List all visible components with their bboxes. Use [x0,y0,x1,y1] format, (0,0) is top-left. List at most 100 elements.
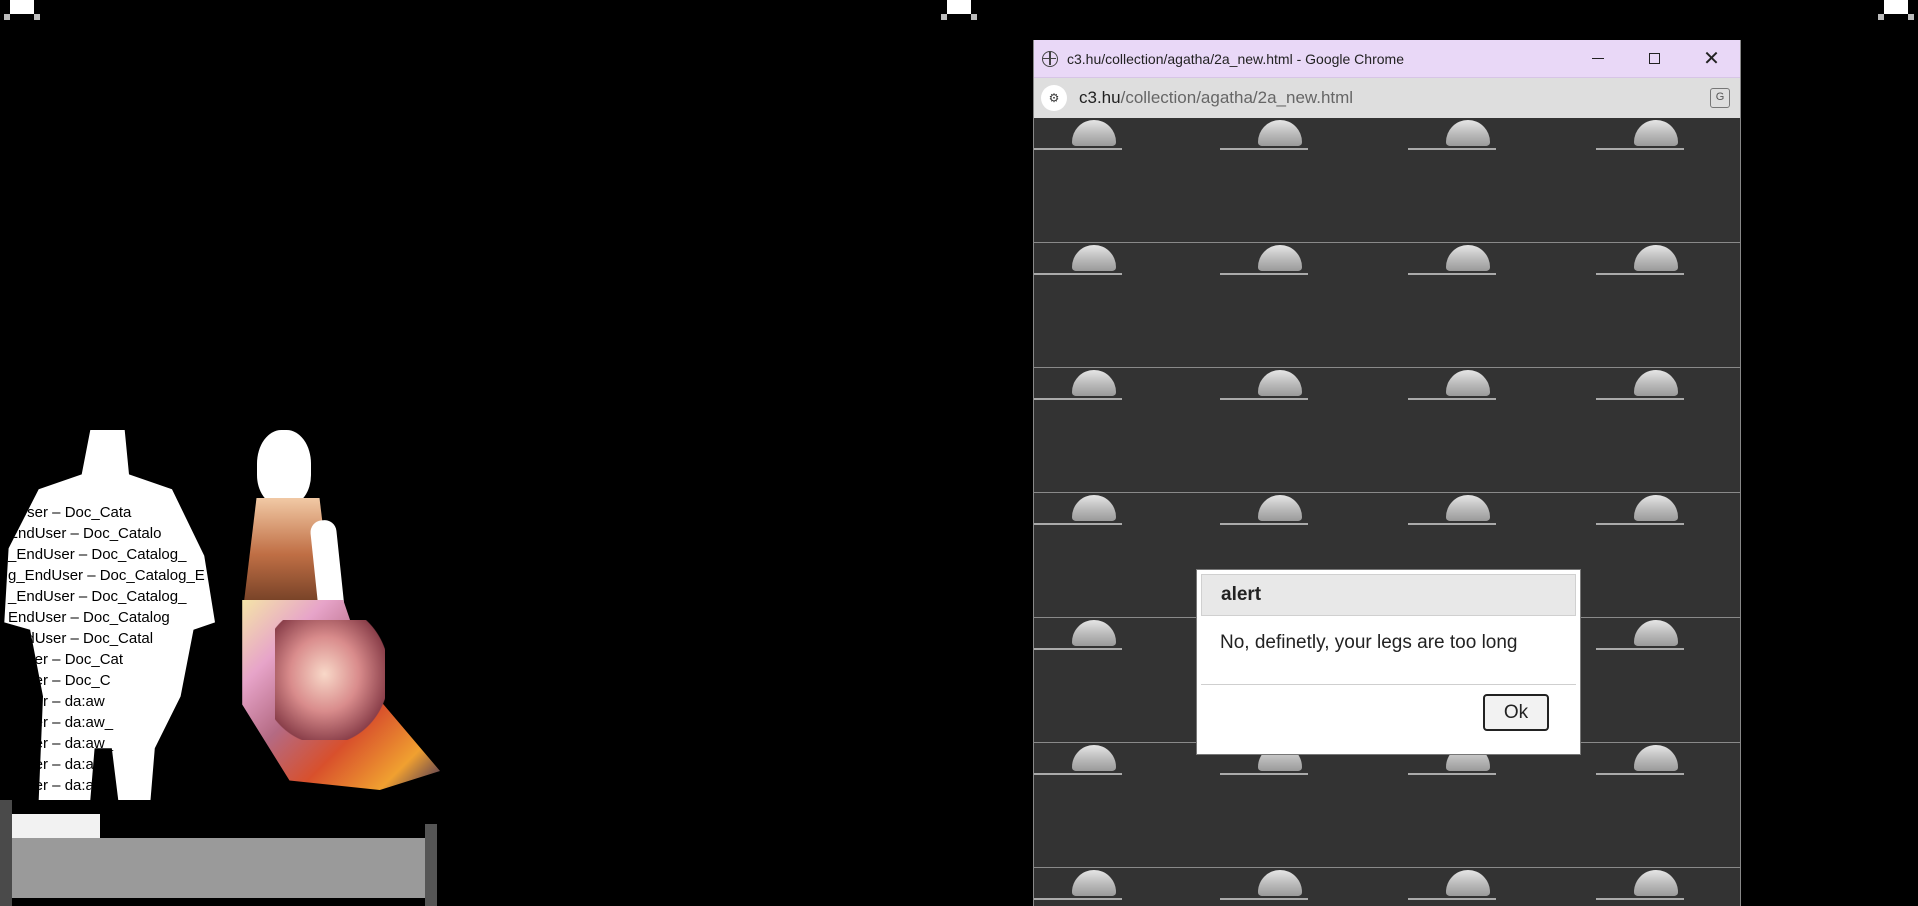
art-text-line: dUser – Doc_C [8,672,111,689]
background-tile [1596,868,1684,906]
tile-dome [1446,370,1490,396]
corner-marker [1878,0,1914,20]
url-host: c3.hu [1079,88,1121,107]
background-tile [1220,493,1308,533]
background-tile [1034,493,1122,533]
background-tile [1596,618,1684,658]
stage-top [100,814,425,838]
art-text-line: EndUser – Doc_Catalog [8,609,170,626]
art-text-line: dUser – da:aw [8,693,105,710]
tile-dome [1258,245,1302,271]
art-text-line: _EndUser – Doc_Catalog_ [8,546,187,563]
tile-dome [1634,370,1678,396]
url-path: /collection/agatha/2a_new.html [1120,88,1354,107]
tile-dome [1634,620,1678,646]
art-text-line: EndUser – Doc_Catal [8,630,154,647]
tile-dome [1072,245,1116,271]
tile-base [1220,148,1308,150]
background-tile [1408,243,1496,283]
tile-base [1220,523,1308,525]
url-field[interactable]: c3.hu/collection/agatha/2a_new.html [1079,88,1710,108]
background-tile [1034,368,1122,408]
tile-base [1034,898,1122,900]
art-text-line: _EndUser – Doc_Catalog_ [8,588,187,605]
window-title: c3.hu/collection/agatha/2a_new.html - Go… [1067,50,1404,67]
address-bar[interactable]: ⚙ c3.hu/collection/agatha/2a_new.html G [1034,78,1740,119]
tile-dome [1634,495,1678,521]
alert-message: No, definetly, your legs are too long [1220,632,1518,653]
page-content: alert No, definetly, your legs are too l… [1034,118,1740,906]
tile-dome [1072,870,1116,896]
background-tile [1408,868,1496,906]
tile-base [1408,773,1496,775]
alert-dialog: alert No, definetly, your legs are too l… [1196,569,1581,755]
tile-base [1408,273,1496,275]
stage-post [0,800,12,906]
close-icon: ✕ [1703,47,1720,70]
tile-dome [1072,495,1116,521]
background-tile [1408,493,1496,533]
background-tile [1408,118,1496,158]
minimize-button[interactable] [1569,40,1626,77]
tile-dome [1634,245,1678,271]
background-tile [1220,118,1308,158]
background-tile [1034,868,1122,906]
background-tile [1596,493,1684,533]
background-tile [1034,243,1122,283]
tile-base [1034,273,1122,275]
tile-base [1408,398,1496,400]
alert-header: alert [1201,574,1576,616]
collage-face [275,620,385,740]
background-tile [1596,243,1684,283]
tile-base [1596,148,1684,150]
minimize-icon [1591,57,1604,60]
art-text-line: dUser – da:aw_ [8,714,114,731]
tile-dome [1446,870,1490,896]
maximize-button[interactable] [1626,40,1683,77]
tile-base [1034,523,1122,525]
background-tile [1034,618,1122,658]
tile-dome [1446,495,1490,521]
background-tile [1220,868,1308,906]
stage-post [425,824,437,906]
art-text-line: dUser – da:aw [8,756,105,773]
ok-button[interactable]: Ok [1483,694,1549,731]
site-settings-icon[interactable]: ⚙ [1041,85,1067,111]
tile-base [1596,523,1684,525]
corner-marker [941,0,977,20]
man-silhouette: dUser – Doc_Cata EndUser – Doc_Catalo _End… [4,430,215,800]
tile-dome [1258,120,1302,146]
tile-base [1034,773,1122,775]
background-tile [1220,368,1308,408]
background-tile [1034,118,1122,158]
background-tile [1408,368,1496,408]
tile-dome [1072,120,1116,146]
tile-base [1408,148,1496,150]
tile-dome [1634,745,1678,771]
art-text-line: g_EndUser – Doc_Catalog_E [8,567,205,584]
art-text-line: EndUser – Doc_Catalo [8,525,162,542]
globe-icon [1042,50,1058,67]
tile-base [1408,523,1496,525]
art-text-line: dUser – Doc_Cat [8,651,124,668]
tile-base [1220,773,1308,775]
corner-marker [4,0,40,20]
title-bar[interactable]: c3.hu/collection/agatha/2a_new.html - Go… [1034,40,1740,78]
stage-platform [12,838,425,898]
tile-dome [1072,745,1116,771]
background-tile [1034,743,1122,783]
tile-base [1034,648,1122,650]
tile-dome [1634,870,1678,896]
woman-figure [225,420,440,800]
tile-dome [1258,495,1302,521]
tile-dome [1072,620,1116,646]
alert-divider [1201,684,1576,685]
art-text-line: dUser – da:a: [8,777,99,794]
maximize-icon [1649,53,1660,64]
close-button[interactable]: ✕ [1683,40,1740,77]
tile-base [1220,898,1308,900]
tile-dome [1258,870,1302,896]
translate-icon[interactable]: G [1710,88,1730,108]
tile-base [1596,398,1684,400]
background-tile [1596,368,1684,408]
